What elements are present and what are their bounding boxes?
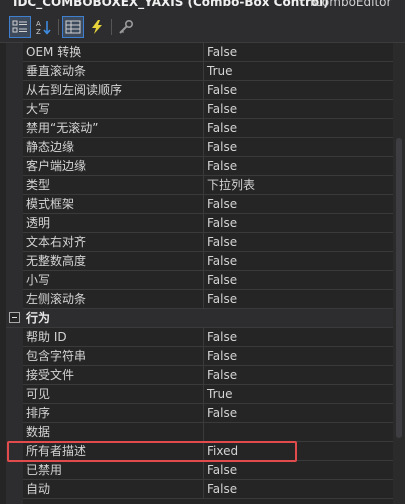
category-header-behavior[interactable]: 行为 [6, 309, 393, 328]
property-value[interactable]: False [207, 100, 237, 118]
property-name: 垂直滚动条 [23, 62, 204, 80]
highlight-box [7, 441, 297, 462]
property-row[interactable]: 小写 False [23, 271, 393, 290]
property-value[interactable]: True [207, 385, 233, 403]
property-row[interactable]: 类型 下拉列表 [23, 176, 393, 195]
property-name: 禁用“无滚动” [23, 119, 204, 137]
property-name: 包含字符串 [23, 347, 204, 365]
property-value[interactable]: False [207, 252, 237, 270]
property-name: 静态边缘 [23, 138, 204, 156]
property-name: 数据 [23, 423, 204, 441]
property-name: 类型 [23, 176, 204, 194]
property-row[interactable]: 文本右对齐 False [23, 233, 393, 252]
property-row[interactable]: 大写 False [23, 100, 393, 119]
alphabetical-button[interactable]: A Z [33, 16, 55, 38]
property-name: 透明 [23, 214, 204, 232]
property-name: 已禁用 [23, 461, 204, 479]
property-row[interactable]: 禁用“无滚动” False [23, 119, 393, 138]
property-value[interactable]: False [207, 233, 237, 251]
property-value[interactable]: False [207, 461, 237, 479]
property-row[interactable]: 模式框架 False [23, 195, 393, 214]
property-row[interactable]: 垂直滚动条 True [23, 62, 393, 81]
categorized-icon [12, 20, 27, 33]
property-row[interactable]: 自动 False [23, 480, 393, 499]
property-name: 无整数高度 [23, 252, 204, 270]
property-value[interactable]: False [207, 271, 237, 289]
collapse-toggle-icon[interactable] [9, 312, 20, 323]
property-name: 自动 [23, 480, 204, 498]
svg-text:Z: Z [36, 28, 41, 35]
property-name: 左侧滚动条 [23, 290, 204, 308]
window-title-bar: IDC_COMBOBOXEX_YAXIS (Combo-Box Control)… [0, 0, 405, 12]
property-value[interactable]: False [207, 347, 237, 365]
property-value[interactable]: False [207, 43, 237, 61]
property-name: 大写 [23, 100, 204, 118]
property-name: 排序 [23, 404, 204, 422]
property-value[interactable]: False [207, 328, 237, 346]
vertical-scrollbar[interactable] [393, 43, 405, 504]
property-value[interactable]: False [207, 214, 237, 232]
property-row[interactable]: 接受文件 False [23, 366, 393, 385]
toolbar-separator [111, 19, 112, 35]
property-name: 文本右对齐 [23, 233, 204, 251]
property-name: 模式框架 [23, 195, 204, 213]
property-name: 接受文件 [23, 366, 204, 384]
category-label: 行为 [26, 311, 51, 325]
svg-text:A: A [36, 20, 41, 28]
property-row[interactable]: 可见 True [23, 385, 393, 404]
property-value[interactable]: False [207, 290, 237, 308]
property-value[interactable]: False [207, 366, 237, 384]
events-button[interactable] [86, 16, 108, 38]
property-value[interactable]: False [207, 81, 237, 99]
property-value[interactable]: False [207, 195, 237, 213]
toolbar-separator [58, 19, 59, 35]
property-name: OEM 转换 [23, 43, 204, 61]
properties-toolbar: A Z [0, 12, 405, 43]
property-row[interactable]: 从右到左阅读顺序 False [23, 81, 393, 100]
property-name: 从右到左阅读顺序 [23, 81, 204, 99]
properties-button[interactable] [62, 16, 84, 38]
property-row[interactable]: 排序 False [23, 404, 393, 423]
property-value[interactable]: False [207, 480, 237, 498]
property-value[interactable]: True [207, 62, 233, 80]
alphabetical-icon: A Z [36, 20, 51, 35]
grid-gutter [6, 43, 23, 504]
properties-icon [65, 20, 81, 34]
property-row[interactable]: 透明 False [23, 214, 393, 233]
window-subtitle: IComboEditor [310, 0, 392, 9]
scrollbar-thumb[interactable] [396, 138, 402, 438]
property-row[interactable]: OEM 转换 False [23, 43, 393, 62]
property-row[interactable]: 帮助 ID False [23, 328, 393, 347]
property-grid: OEM 转换 False 垂直滚动条 True 从右到左阅读顺序 False 大… [6, 43, 393, 504]
property-row[interactable]: 客户端边缘 False [23, 157, 393, 176]
property-value[interactable]: 下拉列表 [207, 176, 255, 194]
events-icon [92, 20, 102, 34]
property-row[interactable]: 左侧滚动条 False [23, 290, 393, 309]
property-pages-icon [119, 19, 134, 34]
property-name: 可见 [23, 385, 204, 403]
property-name: 客户端边缘 [23, 157, 204, 175]
property-value[interactable]: False [207, 404, 237, 422]
categorized-button[interactable] [9, 16, 31, 38]
property-row[interactable]: 静态边缘 False [23, 138, 393, 157]
property-row[interactable]: 无整数高度 False [23, 252, 393, 271]
property-value[interactable]: False [207, 119, 237, 137]
property-value[interactable]: False [207, 138, 237, 156]
property-value[interactable]: False [207, 157, 237, 175]
property-row[interactable]: 已禁用 False [23, 461, 393, 480]
window-title: IDC_COMBOBOXEX_YAXIS (Combo-Box Control) [13, 0, 329, 9]
property-row[interactable]: 数据 [23, 423, 393, 442]
property-name: 帮助 ID [23, 328, 204, 346]
property-pages-button[interactable] [115, 16, 137, 38]
property-row[interactable]: 包含字符串 False [23, 347, 393, 366]
property-name: 小写 [23, 271, 204, 289]
